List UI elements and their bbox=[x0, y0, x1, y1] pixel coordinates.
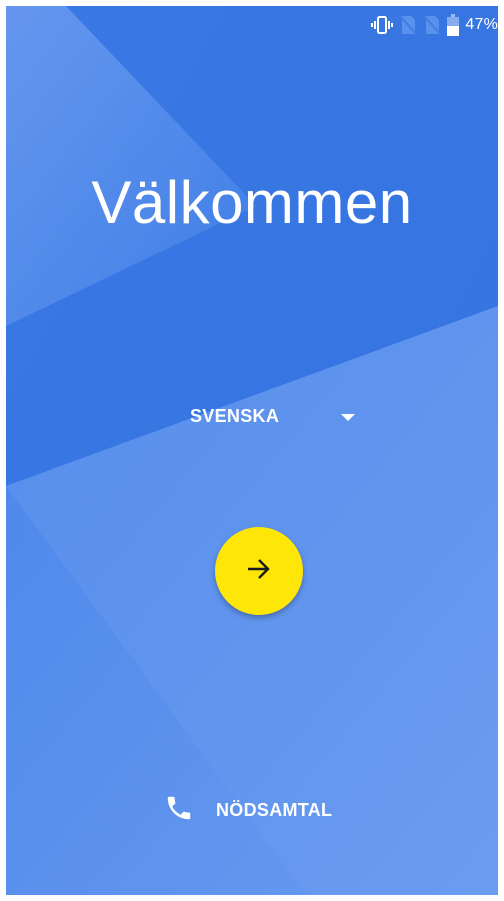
background bbox=[6, 6, 498, 895]
battery-percent: 47% bbox=[465, 16, 498, 33]
no-sim-icon bbox=[399, 15, 418, 35]
dropdown-arrow-icon bbox=[340, 410, 356, 428]
emergency-call-label: NÖDSAMTAL bbox=[216, 799, 333, 820]
battery-icon bbox=[447, 14, 460, 36]
phone-icon bbox=[164, 793, 194, 828]
emergency-call-button[interactable]: NÖDSAMTAL bbox=[164, 792, 332, 828]
language-dropdown[interactable]: SVENSKA bbox=[180, 400, 370, 432]
status-icons: 47% bbox=[371, 14, 498, 36]
next-button[interactable] bbox=[215, 527, 303, 615]
welcome-title: Välkommen bbox=[91, 169, 413, 236]
vibrate-icon bbox=[371, 15, 394, 35]
no-sim-icon-2 bbox=[423, 15, 442, 35]
status-bar: 47% bbox=[6, 6, 498, 42]
arrow-right-icon bbox=[246, 558, 272, 585]
setup-welcome-screen: 47% Välkommen SVENSKA NÖDSAMTAL bbox=[6, 6, 498, 895]
language-selected-label: SVENSKA bbox=[190, 405, 280, 426]
